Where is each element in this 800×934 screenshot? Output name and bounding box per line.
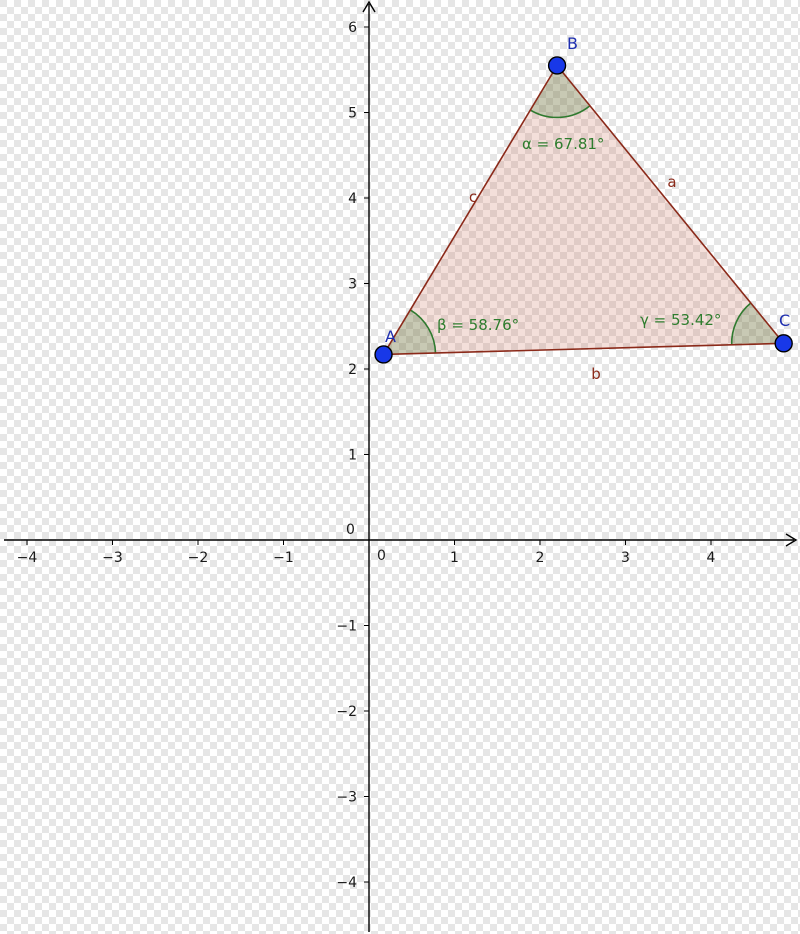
y-tick-label: 6 <box>348 20 357 36</box>
side-label-a: a <box>667 173 676 191</box>
vertex-label-b: B <box>567 34 578 53</box>
angle-label-a: β = 58.76° <box>437 316 519 334</box>
vertex-point-b <box>547 56 567 75</box>
y-tick-label: 3 <box>348 277 357 293</box>
x-tick-label: −3 <box>102 550 123 566</box>
y-tick-label: −2 <box>336 704 357 720</box>
vertex-point-a <box>374 345 393 364</box>
y-tick-label: 2 <box>348 362 357 378</box>
vertex-label-c: C <box>779 311 790 330</box>
angle-label-b: α = 67.81° <box>522 135 604 153</box>
x-tick-label: 1 <box>450 550 459 566</box>
x-tick-label: −1 <box>273 550 294 566</box>
side-label-c: c <box>469 188 477 206</box>
checker-background <box>0 0 800 934</box>
y-tick-label: 4 <box>348 191 357 207</box>
angle-label-c: γ = 53.42° <box>640 311 721 329</box>
x-tick-label: 3 <box>621 550 630 566</box>
y-tick-label: 1 <box>348 448 357 464</box>
x-tick-label: 4 <box>707 550 716 566</box>
x-tick-label: −4 <box>17 550 38 566</box>
coordinate-plane: −4 −3 −2 −1 1 2 3 4 −4 −3 −2 −1 1 2 3 4 5 6 a b c α = 67.81… <box>0 0 800 934</box>
y-tick-label: 5 <box>348 106 357 122</box>
y-tick-label: −3 <box>336 790 357 806</box>
x-tick-label: 2 <box>536 550 545 566</box>
side-label-b: b <box>591 365 601 383</box>
x-origin-label: 0 <box>377 548 386 564</box>
vertex-label-a: A <box>385 327 396 346</box>
x-tick-label: −2 <box>188 550 209 566</box>
y-tick-label: −1 <box>336 619 357 635</box>
vertex-point-c <box>774 334 793 353</box>
y-tick-label: −4 <box>336 875 357 891</box>
y-origin-label: 0 <box>346 522 355 538</box>
